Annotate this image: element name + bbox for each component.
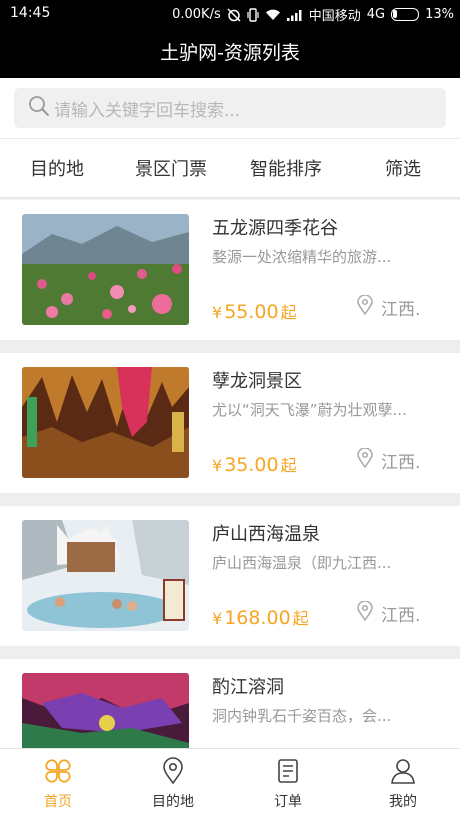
search-placeholder: 请输入关键字回车搜索... (54, 100, 241, 121)
page-title: 土驴网-资源列表 (0, 28, 460, 78)
search-icon (28, 95, 54, 122)
battery-icon (391, 8, 420, 21)
item-name: 庐山西海温泉 (212, 524, 320, 545)
item-name: 五龙源四季花谷 (212, 218, 338, 239)
tab-home[interactable]: 首页 (18, 757, 98, 811)
status-time: 14:45 (10, 5, 51, 21)
item-image-karst-cave (22, 673, 189, 748)
item-name: 孽龙洞景区 (212, 371, 302, 392)
network-type: 4G (366, 7, 386, 22)
tab-profile[interactable]: 我的 (363, 757, 443, 811)
status-right: 0.00K/s 中国移动 4G 13% (172, 5, 454, 24)
tab-label: 目的地 (152, 794, 194, 810)
user-icon (363, 757, 443, 785)
tab-label: 订单 (274, 794, 302, 810)
location-pin-icon (133, 757, 213, 785)
wifi-icon (265, 8, 281, 21)
battery-level: 13% (425, 7, 454, 22)
tab-destination[interactable]: 目的地 (133, 757, 213, 811)
bottom-tab-bar: 首页 目的地 订单 我的 (0, 748, 460, 817)
item-image-cave (22, 367, 189, 478)
item-location: 江西. (357, 600, 420, 626)
filter-destination[interactable]: 目的地 (30, 155, 84, 181)
list-item[interactable]: 孽龙洞景区 尤以“洞天飞瀑”蔚为壮观孽... ¥35.00 起 江西. (0, 353, 460, 493)
list-item[interactable]: 庐山西海温泉 庐山西海温泉（即九江西... ¥168.00 起 江西. (0, 506, 460, 646)
location-pin-icon (357, 447, 373, 473)
search-bar: 请输入关键字回车搜索... (0, 78, 460, 138)
item-price: ¥55.00 起 (212, 301, 297, 323)
resource-list: 五龙源四季花谷 婺源一处浓缩精华的旅游... ¥55.00 起 江西. 孽龙洞景… (0, 200, 460, 748)
filter-ticket-type[interactable]: 景区门票 (135, 155, 207, 181)
tab-label: 我的 (389, 794, 417, 810)
item-desc: 庐山西海温泉（即九江西... (212, 554, 392, 572)
item-image-flower-valley (22, 214, 189, 325)
tab-label: 首页 (44, 794, 72, 810)
search-input[interactable]: 请输入关键字回车搜索... (14, 88, 446, 128)
item-desc: 洞内钟乳石千姿百态，会... (212, 707, 392, 725)
item-price: ¥168.00 起 (212, 607, 309, 629)
home-grid-icon (18, 757, 98, 785)
signal-icon (286, 9, 303, 21)
item-desc: 婺源一处浓缩精华的旅游... (212, 248, 392, 266)
tab-orders[interactable]: 订单 (248, 757, 328, 811)
location-pin-icon (357, 294, 373, 320)
list-item[interactable]: 五龙源四季花谷 婺源一处浓缩精华的旅游... ¥55.00 起 江西. (0, 200, 460, 340)
item-location: 江西. (357, 294, 420, 320)
vibrate-icon (247, 7, 259, 22)
network-speed: 0.00K/s (172, 7, 221, 22)
filter-bar: 目的地 景区门票 智能排序 筛选 (0, 138, 460, 198)
order-doc-icon (248, 757, 328, 785)
alarm-off-icon (227, 7, 241, 22)
item-price: ¥35.00 起 (212, 454, 297, 476)
status-bar: 14:45 0.00K/s 中国移动 4G 13% (0, 0, 460, 28)
carrier: 中国移动 (308, 9, 361, 24)
item-desc: 尤以“洞天飞瀑”蔚为壮观孽... (212, 401, 407, 419)
resource-list-page: 请输入关键字回车搜索... 目的地 景区门票 智能排序 筛选 五龙源四季花谷 婺… (0, 78, 460, 748)
item-location: 江西. (357, 447, 420, 473)
item-name: 酌江溶洞 (212, 677, 284, 698)
location-pin-icon (357, 600, 373, 626)
item-image-hot-spring (22, 520, 189, 631)
filter-screen[interactable]: 筛选 (385, 155, 421, 181)
list-item[interactable]: 酌江溶洞 洞内钟乳石千姿百态，会... (0, 659, 460, 748)
filter-sort[interactable]: 智能排序 (250, 155, 322, 181)
